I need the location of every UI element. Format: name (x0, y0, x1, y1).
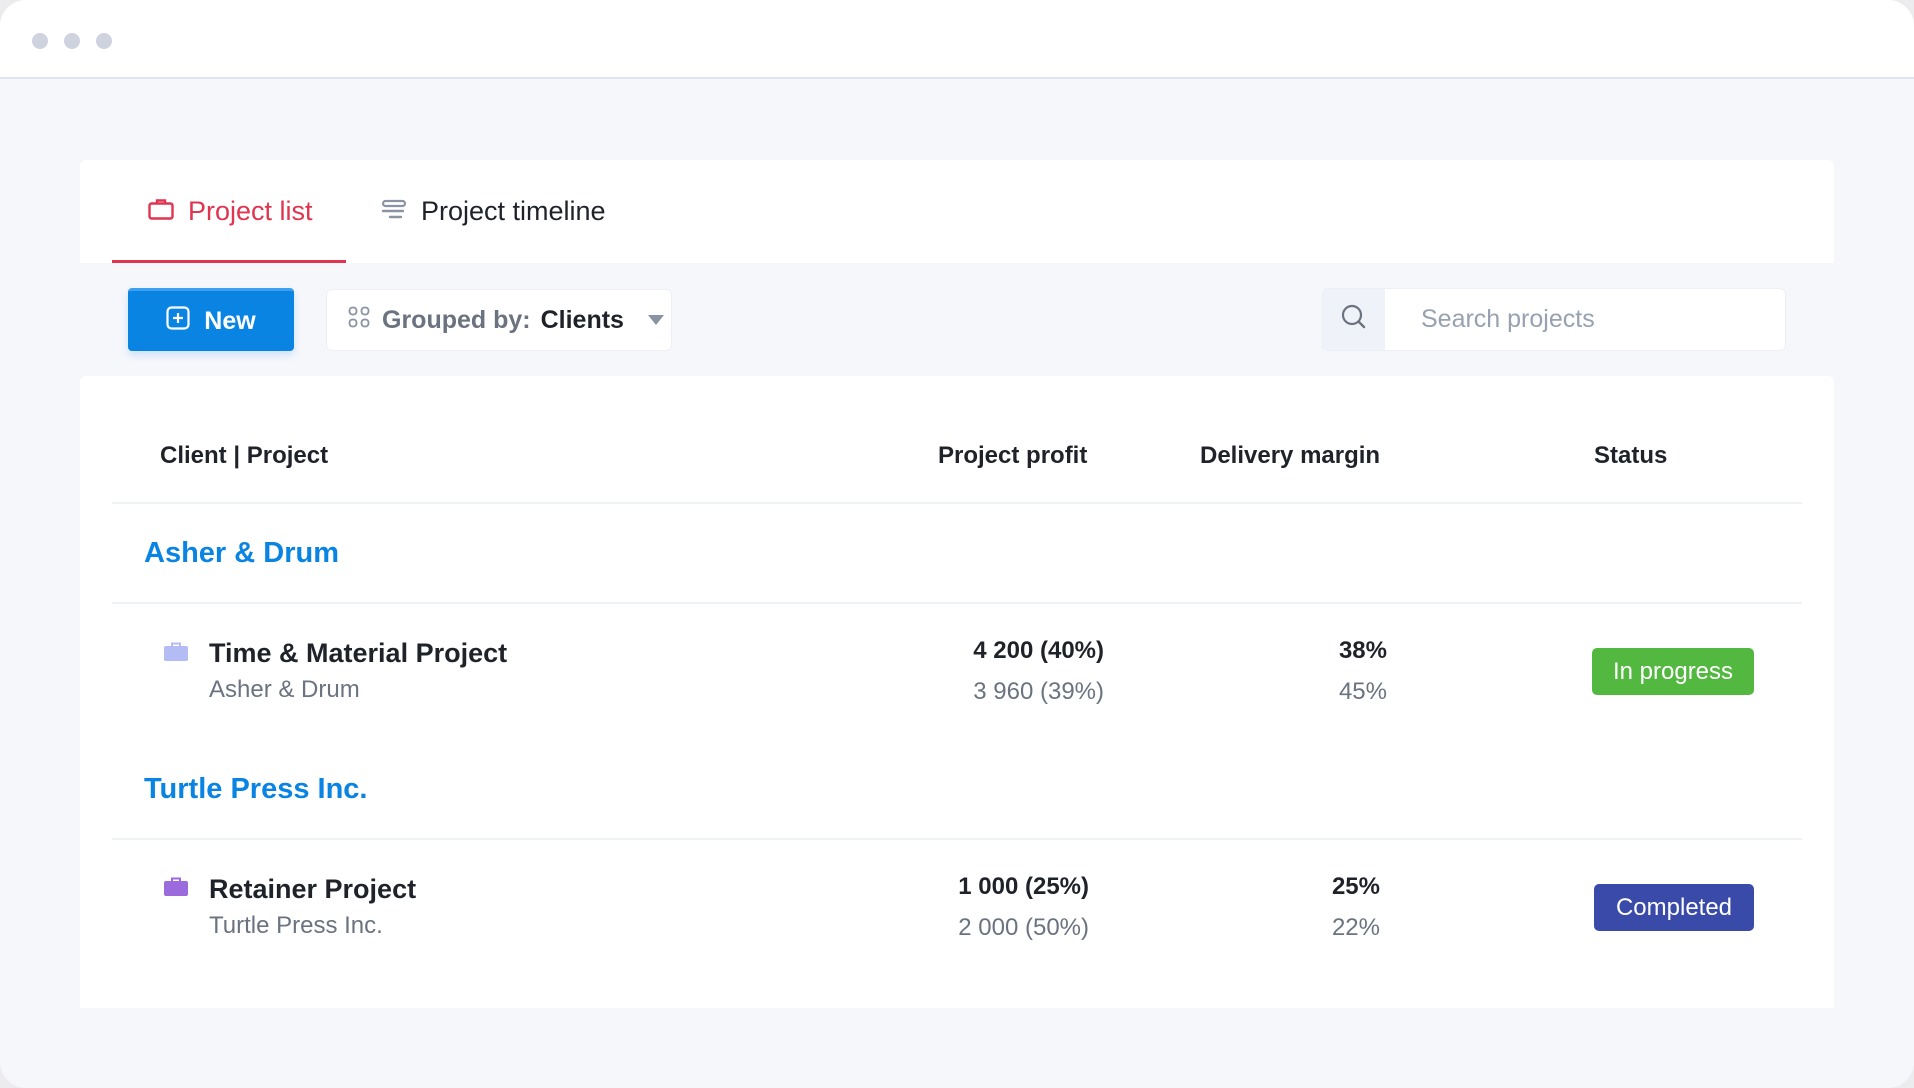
client-group-title[interactable]: Turtle Press Inc. (144, 773, 368, 806)
group-divider (112, 838, 1802, 840)
tab-label: Project list (188, 196, 313, 226)
group-divider (112, 602, 1802, 604)
briefcase-icon (163, 642, 189, 667)
window-maximize-dot[interactable] (96, 33, 112, 49)
window-minimize-dot[interactable] (64, 33, 80, 49)
project-profit-secondary: 2 000 (50%) (958, 914, 1089, 941)
briefcase-icon (148, 196, 174, 227)
briefcase-icon (163, 877, 189, 902)
client-group-title[interactable]: Asher & Drum (144, 537, 339, 570)
tab-label: Project timeline (421, 196, 606, 226)
status-badge: Completed (1594, 884, 1754, 931)
group-by-label: Grouped by: (382, 305, 531, 334)
column-header-project-profit[interactable]: Project profit (938, 442, 1087, 470)
project-profit-value: 1 000 (25%) (958, 873, 1089, 900)
app-window: Project list Project timeline New Groupe… (0, 0, 1914, 1088)
column-header-delivery-margin[interactable]: Delivery margin (1200, 442, 1380, 470)
chevron-down-icon (647, 315, 664, 325)
column-header-status[interactable]: Status (1594, 442, 1667, 470)
title-bar (0, 0, 1914, 79)
project-client: Turtle Press Inc. (209, 912, 383, 939)
search-icon (1340, 303, 1368, 336)
project-profit-value: 4 200 (40%) (973, 637, 1104, 664)
tab-project-timeline[interactable]: Project timeline (381, 160, 606, 263)
project-client: Asher & Drum (209, 676, 360, 703)
tab-project-list[interactable]: Project list (148, 160, 313, 263)
new-button-label: New (204, 306, 256, 335)
group-by-value: Clients (540, 305, 624, 334)
delivery-margin-value: 38% (1338, 637, 1387, 664)
delivery-margin-secondary: 45% (1338, 678, 1387, 705)
grid-icon (348, 306, 370, 335)
active-tab-indicator (112, 260, 346, 263)
column-header-client-project[interactable]: Client | Project (160, 442, 328, 470)
search-box (1322, 288, 1786, 351)
project-name[interactable]: Retainer Project (209, 874, 416, 905)
group-by-dropdown[interactable]: Grouped by: Clients (326, 289, 672, 351)
delivery-margin-secondary: 22% (1331, 914, 1380, 941)
plus-square-icon (166, 305, 190, 337)
status-badge: In progress (1592, 648, 1754, 695)
project-name[interactable]: Time & Material Project (209, 638, 507, 669)
window-close-dot[interactable] (32, 33, 48, 49)
timeline-icon (381, 196, 407, 227)
project-profit-secondary: 3 960 (39%) (973, 678, 1104, 705)
header-divider (112, 502, 1802, 504)
delivery-margin-value: 25% (1331, 873, 1380, 900)
new-project-button[interactable]: New (128, 288, 294, 351)
tab-bar: Project list Project timeline (80, 160, 1834, 263)
search-input[interactable] (1385, 289, 1785, 350)
search-icon-box[interactable] (1323, 289, 1385, 350)
